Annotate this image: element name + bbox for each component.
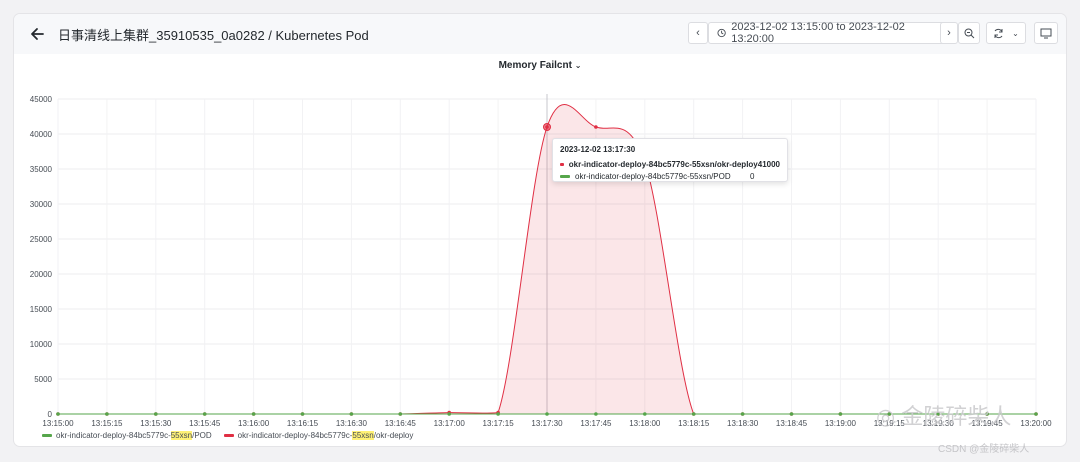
legend-swatch bbox=[42, 434, 52, 437]
page-title: 日事清线上集群_35910535_0a0282 / Kubernetes Pod bbox=[58, 28, 369, 43]
refresh-button[interactable]: ⌄ bbox=[986, 22, 1026, 44]
x-tick-label: 13:18:30 bbox=[727, 419, 759, 428]
time-shift-back-button[interactable]: ‹ bbox=[688, 22, 708, 44]
x-tick-label: 13:16:45 bbox=[385, 419, 417, 428]
data-point bbox=[349, 412, 354, 416]
tooltip-row: okr-indicator-deploy-84bc5779c-55xsn/okr… bbox=[560, 158, 780, 170]
data-point bbox=[643, 412, 647, 416]
data-point bbox=[202, 412, 207, 416]
chevron-down-icon: ⌄ bbox=[1012, 28, 1019, 38]
y-tick-label: 25000 bbox=[30, 235, 53, 244]
x-tick-label: 13:16:00 bbox=[238, 419, 270, 428]
time-shift-forward-button[interactable]: › bbox=[940, 22, 958, 44]
data-point bbox=[496, 412, 500, 416]
x-tick-label: 13:17:45 bbox=[580, 419, 612, 428]
x-tick-label: 13:19:00 bbox=[825, 419, 857, 428]
data-point bbox=[154, 412, 158, 416]
data-point bbox=[545, 412, 549, 416]
tooltip-row: okr-indicator-deploy-84bc5779c-55xsn/POD… bbox=[560, 170, 780, 182]
csdn-watermark: CSDN @金陵碎柴人 bbox=[938, 444, 1030, 455]
time-range-label: 2023-12-02 13:15:00 to 2023-12-02 13:20:… bbox=[731, 21, 905, 45]
data-point bbox=[300, 412, 305, 416]
data-point bbox=[56, 412, 60, 416]
x-tick-label: 13:15:45 bbox=[189, 419, 221, 428]
zoom-out-icon bbox=[964, 28, 974, 38]
tooltip-swatch bbox=[560, 174, 570, 178]
data-point bbox=[447, 412, 452, 416]
x-tick-label: 13:18:45 bbox=[776, 419, 808, 428]
chart-legend: okr-indicator-deploy-84bc5779c-55xsn/POD… bbox=[42, 431, 413, 440]
data-point bbox=[251, 412, 256, 416]
x-tick-label: 13:15:15 bbox=[91, 419, 123, 428]
x-tick-label: 13:18:15 bbox=[678, 419, 710, 428]
data-point bbox=[838, 412, 843, 416]
y-tick-label: 20000 bbox=[30, 270, 53, 279]
data-point bbox=[789, 412, 794, 416]
y-tick-label: 15000 bbox=[30, 305, 53, 314]
data-point bbox=[1034, 412, 1038, 416]
top-navbar: 日事清线上集群_35910535_0a0282 / Kubernetes Pod… bbox=[14, 14, 1066, 54]
tooltip-series-value: 41000 bbox=[757, 159, 780, 169]
y-tick-label: 0 bbox=[48, 410, 53, 419]
watermark-text: 金陵碎柴人 bbox=[901, 404, 1012, 429]
x-tick-label: 13:17:00 bbox=[434, 419, 466, 428]
monitor-icon bbox=[1040, 28, 1052, 38]
watermark: ◎ 金陵碎柴人 bbox=[876, 399, 1011, 431]
x-tick-label: 13:15:00 bbox=[42, 419, 74, 428]
wechat-icon: ◎ bbox=[876, 404, 896, 429]
x-tick-label: 13:20:00 bbox=[1020, 419, 1052, 428]
x-tick-label: 13:17:30 bbox=[531, 419, 563, 428]
refresh-icon bbox=[994, 28, 1003, 38]
legend-label: okr-indicator-deploy-84bc5779c-55xsn/okr… bbox=[237, 431, 414, 440]
x-tick-label: 13:16:15 bbox=[287, 419, 319, 428]
x-tick-label: 13:17:15 bbox=[483, 419, 515, 428]
y-tick-label: 40000 bbox=[30, 130, 53, 139]
chevron-right-icon: › bbox=[947, 27, 951, 39]
chart-tooltip: 2023-12-02 13:17:30 okr-indicator-deploy… bbox=[552, 138, 788, 182]
tooltip-swatch bbox=[560, 162, 564, 166]
zoom-out-button[interactable] bbox=[958, 22, 980, 44]
y-tick-label: 45000 bbox=[30, 95, 53, 104]
back-button[interactable] bbox=[26, 23, 48, 45]
data-point bbox=[691, 412, 696, 416]
data-point bbox=[740, 412, 745, 416]
legend-item-okr-deploy[interactable]: okr-indicator-deploy-84bc5779c-55xsn/okr… bbox=[223, 431, 414, 440]
data-point bbox=[594, 412, 598, 416]
y-tick-label: 5000 bbox=[34, 375, 52, 384]
clock-icon bbox=[717, 28, 726, 38]
legend-item-pod[interactable]: okr-indicator-deploy-84bc5779c-55xsn/POD bbox=[42, 431, 212, 440]
tooltip-series-value: 0 bbox=[750, 171, 755, 181]
tooltip-time: 2023-12-02 13:17:30 bbox=[560, 145, 636, 154]
data-point bbox=[105, 412, 109, 416]
y-tick-label: 30000 bbox=[30, 200, 53, 209]
arrow-left-icon bbox=[31, 28, 44, 40]
time-range-picker[interactable]: 2023-12-02 13:15:00 to 2023-12-02 13:20:… bbox=[708, 21, 954, 45]
memory-failcnt-chart[interactable]: 0 5000 10000 15000 20000 25000 30000 35000 40000… bbox=[14, 54, 1066, 430]
hover-point bbox=[543, 123, 551, 131]
dashboard-window: 日事清线上集群_35910535_0a0282 / Kubernetes Pod… bbox=[14, 14, 1066, 446]
chevron-left-icon: ‹ bbox=[696, 27, 700, 39]
tooltip-series-name: okr-indicator-deploy-84bc5779c-55xsn/POD bbox=[575, 171, 731, 181]
data-point bbox=[398, 412, 403, 416]
y-tick-label: 10000 bbox=[30, 340, 53, 349]
y-tick-label: 35000 bbox=[30, 165, 53, 174]
x-tick-label: 13:18:00 bbox=[629, 419, 661, 428]
tooltip-series-name: okr-indicator-deploy-84bc5779c-55xsn/okr… bbox=[568, 159, 758, 169]
legend-label: okr-indicator-deploy-84bc5779c-55xsn/POD bbox=[56, 431, 212, 440]
data-point bbox=[594, 125, 598, 129]
x-tick-label: 13:16:30 bbox=[336, 419, 368, 428]
legend-swatch bbox=[223, 434, 234, 437]
x-tick-label: 13:15:30 bbox=[140, 419, 172, 428]
tv-mode-button[interactable] bbox=[1034, 22, 1058, 44]
